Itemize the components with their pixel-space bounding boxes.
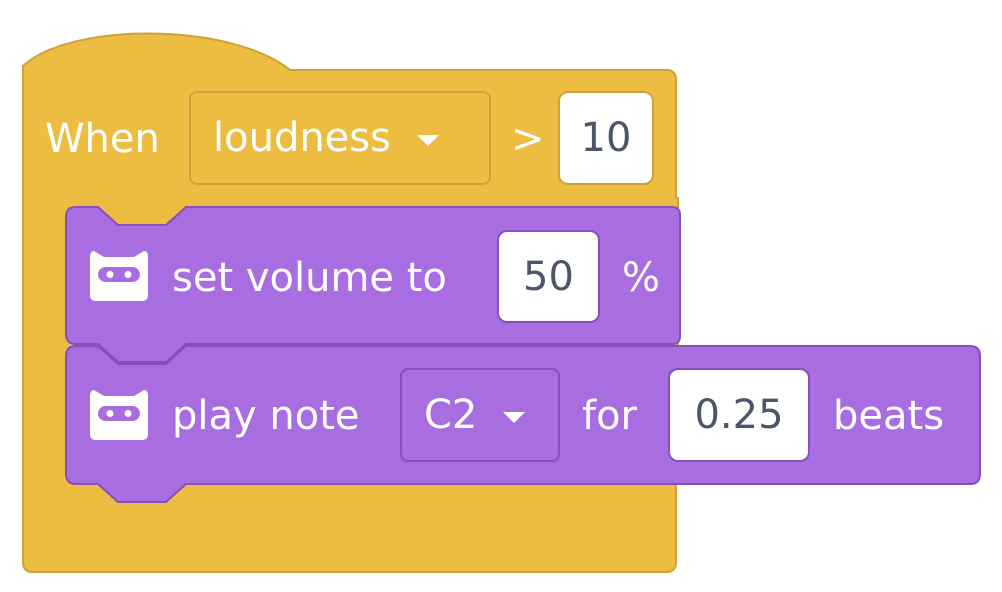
operator-label: > (511, 116, 545, 162)
threshold-input[interactable]: 10 (558, 91, 654, 185)
duration-input[interactable]: 0.25 (668, 368, 810, 462)
when-label: When (45, 116, 160, 162)
robot-face-icon (90, 251, 148, 301)
sensor-dropdown[interactable]: loudness (189, 91, 491, 185)
note-dropdown-value: C2 (424, 392, 478, 438)
percent-label: % (622, 255, 661, 301)
chevron-down-icon (503, 411, 526, 423)
block-script[interactable]: When loudness > 10 set volume to 50 % pl… (0, 0, 1002, 592)
beats-label: beats (833, 393, 945, 439)
chevron-down-icon (416, 134, 439, 146)
for-label: for (582, 393, 637, 439)
volume-input[interactable]: 50 (497, 230, 600, 323)
set-volume-label: set volume to (172, 255, 447, 301)
robot-face-icon (90, 390, 148, 440)
sensor-dropdown-value: loudness (213, 115, 391, 161)
note-dropdown[interactable]: C2 (400, 368, 560, 462)
play-note-label: play note (172, 393, 360, 439)
